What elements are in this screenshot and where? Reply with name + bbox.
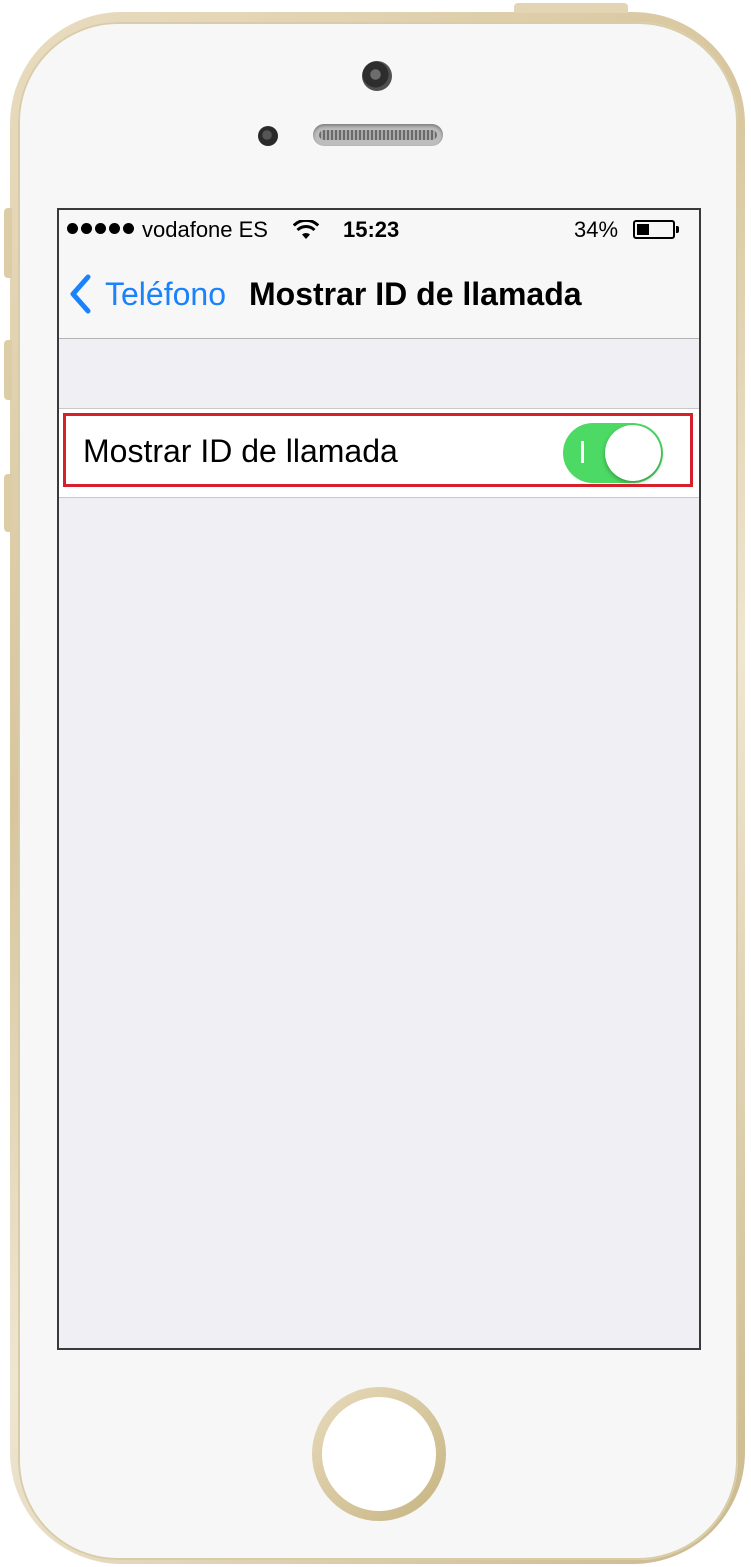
front-camera: [362, 61, 392, 91]
wifi-icon: [293, 220, 319, 239]
show-caller-id-toggle[interactable]: [563, 423, 663, 483]
signal-strength-icon: [67, 223, 134, 234]
toggle-on-indicator: [581, 441, 584, 463]
back-button[interactable]: Teléfono: [69, 272, 226, 316]
navigation-bar: Teléfono Mostrar ID de llamada: [59, 250, 699, 339]
screen: vodafone ES 15:23 34% Teléfono Mostrar I…: [57, 208, 701, 1350]
show-caller-id-row: Mostrar ID de llamada: [59, 408, 699, 498]
home-button[interactable]: [322, 1397, 436, 1511]
toggle-knob[interactable]: [605, 425, 661, 481]
status-bar: vodafone ES 15:23 34%: [59, 210, 699, 250]
back-chevron-icon: [70, 274, 91, 314]
proximity-sensor: [258, 126, 278, 146]
show-caller-id-label: Mostrar ID de llamada: [83, 433, 398, 469]
back-button-label: Teléfono: [105, 275, 226, 312]
mute-switch: [4, 208, 12, 278]
clock: 15:23: [343, 217, 400, 242]
battery-percentage: 34%: [574, 217, 619, 242]
volume-down-button: [4, 474, 12, 532]
page-title: Mostrar ID de llamada: [249, 276, 582, 312]
volume-up-button: [4, 340, 12, 400]
earpiece-speaker: [313, 124, 443, 146]
carrier-name: vodafone ES: [142, 217, 268, 242]
battery-level-fill: [637, 224, 649, 235]
power-button: [514, 3, 628, 13]
battery-icon: [633, 220, 675, 239]
battery-terminal: [676, 226, 679, 233]
